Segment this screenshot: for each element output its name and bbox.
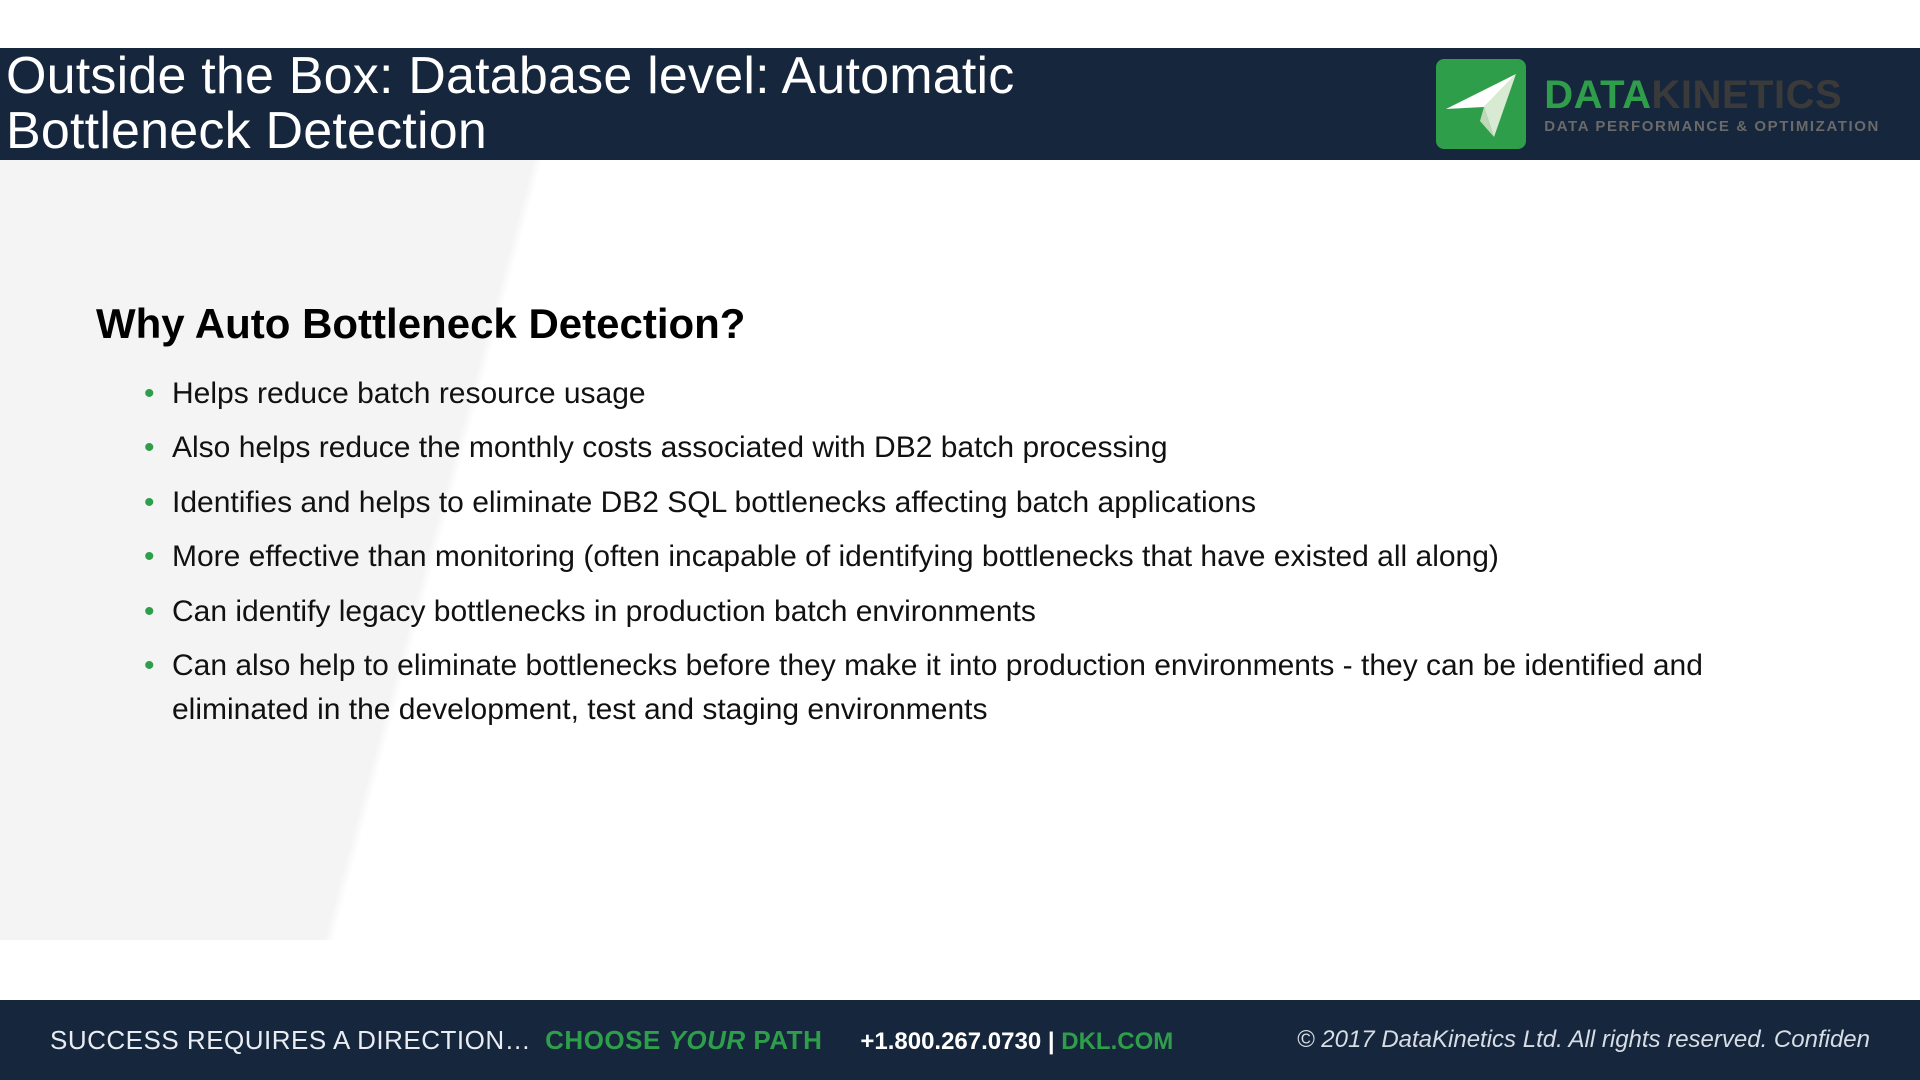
footer-tagline-b-post: PATH bbox=[746, 1025, 823, 1055]
list-item: Helps reduce batch resource usage bbox=[144, 372, 1800, 416]
bullet-list: Helps reduce batch resource usage Also h… bbox=[96, 372, 1800, 733]
list-item: More effective than monitoring (often in… bbox=[144, 535, 1800, 579]
content-area: Why Auto Bottleneck Detection? Helps red… bbox=[96, 300, 1800, 743]
brand-wordmark: DATAKINETICS DATA PERFORMANCE & OPTIMIZA… bbox=[1544, 75, 1880, 134]
slide: Outside the Box: Database level: Automat… bbox=[0, 0, 1920, 1080]
header-bar: Outside the Box: Database level: Automat… bbox=[0, 48, 1920, 160]
brand-word-data: DATA bbox=[1544, 73, 1651, 117]
footer-copyright: © 2017 DataKinetics Ltd. All rights rese… bbox=[1297, 1026, 1870, 1054]
brand-logo: DATAKINETICS DATA PERFORMANCE & OPTIMIZA… bbox=[1436, 59, 1880, 149]
footer-tagline-b-pre: CHOOSE bbox=[545, 1025, 668, 1055]
footer-bar: SUCCESS REQUIRES A DIRECTION… CHOOSE YOU… bbox=[0, 1000, 1920, 1080]
brand-word-kinetics: KINETICS bbox=[1651, 73, 1842, 117]
footer-tagline-b-your: YOUR bbox=[669, 1025, 746, 1055]
section-heading: Why Auto Bottleneck Detection? bbox=[96, 300, 1800, 348]
footer-left: SUCCESS REQUIRES A DIRECTION… CHOOSE YOU… bbox=[50, 1025, 1173, 1056]
slide-title: Outside the Box: Database level: Automat… bbox=[6, 49, 1206, 158]
list-item: Also helps reduce the monthly costs asso… bbox=[144, 426, 1800, 470]
list-item: Identifies and helps to eliminate DB2 SQ… bbox=[144, 481, 1800, 525]
footer-tagline-a: SUCCESS REQUIRES A DIRECTION… bbox=[50, 1025, 531, 1056]
footer-site: DKL.COM bbox=[1061, 1028, 1173, 1055]
footer-contact: +1.800.267.0730 | DKL.COM bbox=[860, 1028, 1173, 1056]
footer-separator: | bbox=[1041, 1028, 1061, 1055]
footer-tagline-b: CHOOSE YOUR PATH bbox=[545, 1025, 822, 1056]
paper-plane-icon bbox=[1436, 59, 1526, 149]
list-item: Can also help to eliminate bottlenecks b… bbox=[144, 644, 1800, 733]
list-item: Can identify legacy bottlenecks in produ… bbox=[144, 590, 1800, 634]
brand-tagline: DATA PERFORMANCE & OPTIMIZATION bbox=[1544, 119, 1880, 134]
footer-phone: +1.800.267.0730 bbox=[860, 1028, 1041, 1055]
